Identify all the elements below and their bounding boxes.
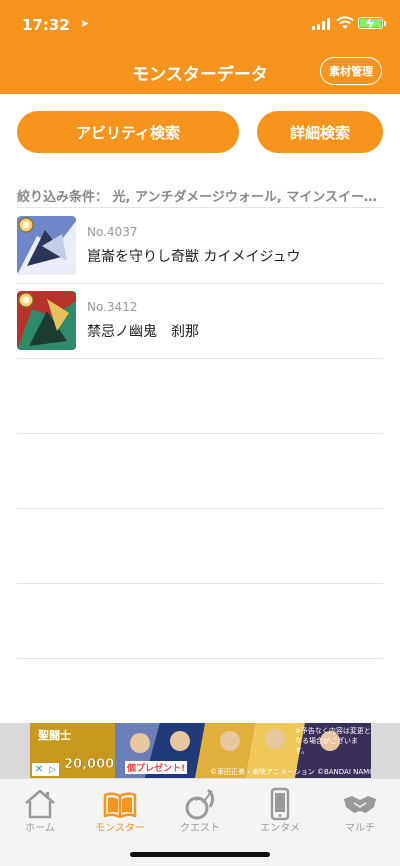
monster-name: 禁忌ノ幽鬼 刹那 xyxy=(87,324,199,340)
divider xyxy=(17,433,383,434)
cellular-signal-icon xyxy=(312,18,330,30)
ad-present: 個プレゼント! xyxy=(125,761,188,774)
tab-multi[interactable]: マルチ xyxy=(320,779,400,839)
charging-bolt-icon xyxy=(366,16,374,30)
tab-label: モンスター xyxy=(95,823,145,834)
tab-label: マルチ xyxy=(345,823,375,834)
status-bar: 17:32 ➤ xyxy=(0,0,400,44)
materials-manage-button[interactable]: 素材管理 xyxy=(320,57,382,85)
divider xyxy=(17,583,383,584)
tab-home[interactable]: ホーム xyxy=(0,779,80,839)
ad-count: 20,000 xyxy=(64,757,115,773)
monster-number: No.3412 xyxy=(87,300,138,314)
monster-number: No.4037 xyxy=(87,225,138,239)
monster-name: 崑崙を守りし奇獣 カイメイジュウ xyxy=(87,249,301,265)
ad-credit: ©車田正美・東映アニメーション ©BANDAI NAMCO Entertainm… xyxy=(210,768,371,776)
ability-search-button[interactable]: アビリティ検索 xyxy=(17,111,239,153)
home-icon xyxy=(25,789,55,819)
divider xyxy=(17,508,383,509)
handshake-icon xyxy=(344,796,376,813)
wifi-icon xyxy=(336,16,354,29)
monster-thumbnail xyxy=(17,291,76,350)
tab-monster[interactable]: モンスター xyxy=(80,779,160,839)
divider xyxy=(17,358,383,359)
home-indicator xyxy=(130,852,270,857)
tab-quest[interactable]: クエスト xyxy=(160,779,240,839)
svg-text:聖闘士: 聖闘士 xyxy=(38,728,71,742)
tab-entertainment[interactable]: エンタメ xyxy=(240,779,320,839)
location-arrow-icon: ➤ xyxy=(80,17,90,30)
filter-conditions: 絞り込み条件： 光, アンチダメージウォール, マインスイーパー xyxy=(17,190,383,205)
book-icon xyxy=(103,792,137,819)
phone-icon xyxy=(270,787,290,821)
app-header: 17:32 ➤ モンスターデータ 素材管理 xyxy=(0,0,400,94)
status-time: 17:32 xyxy=(22,16,70,34)
quest-icon xyxy=(185,788,215,820)
divider xyxy=(17,658,383,659)
ad-info-icon[interactable]: ▷ xyxy=(46,763,59,776)
ad-area: 聖闘士 ※予告なく内容は変更となる場合がございます。 ©車田正美・東映アニメーシ… xyxy=(0,723,400,778)
monster-list-item[interactable]: No.3412 禁忌ノ幽鬼 刹那 xyxy=(17,283,383,358)
tab-label: クエスト xyxy=(180,823,220,834)
monster-thumbnail xyxy=(17,216,76,275)
tab-label: ホーム xyxy=(25,823,55,834)
monster-list-item[interactable]: No.4037 崑崙を守りし奇獣 カイメイジュウ xyxy=(17,208,383,283)
detail-search-button[interactable]: 詳細検索 xyxy=(257,111,383,153)
ad-close-icon[interactable]: ✕ xyxy=(32,763,46,776)
ad-notice: ※予告なく内容は変更となる場合がございます。 xyxy=(295,727,371,755)
tab-label: エンタメ xyxy=(260,823,300,834)
